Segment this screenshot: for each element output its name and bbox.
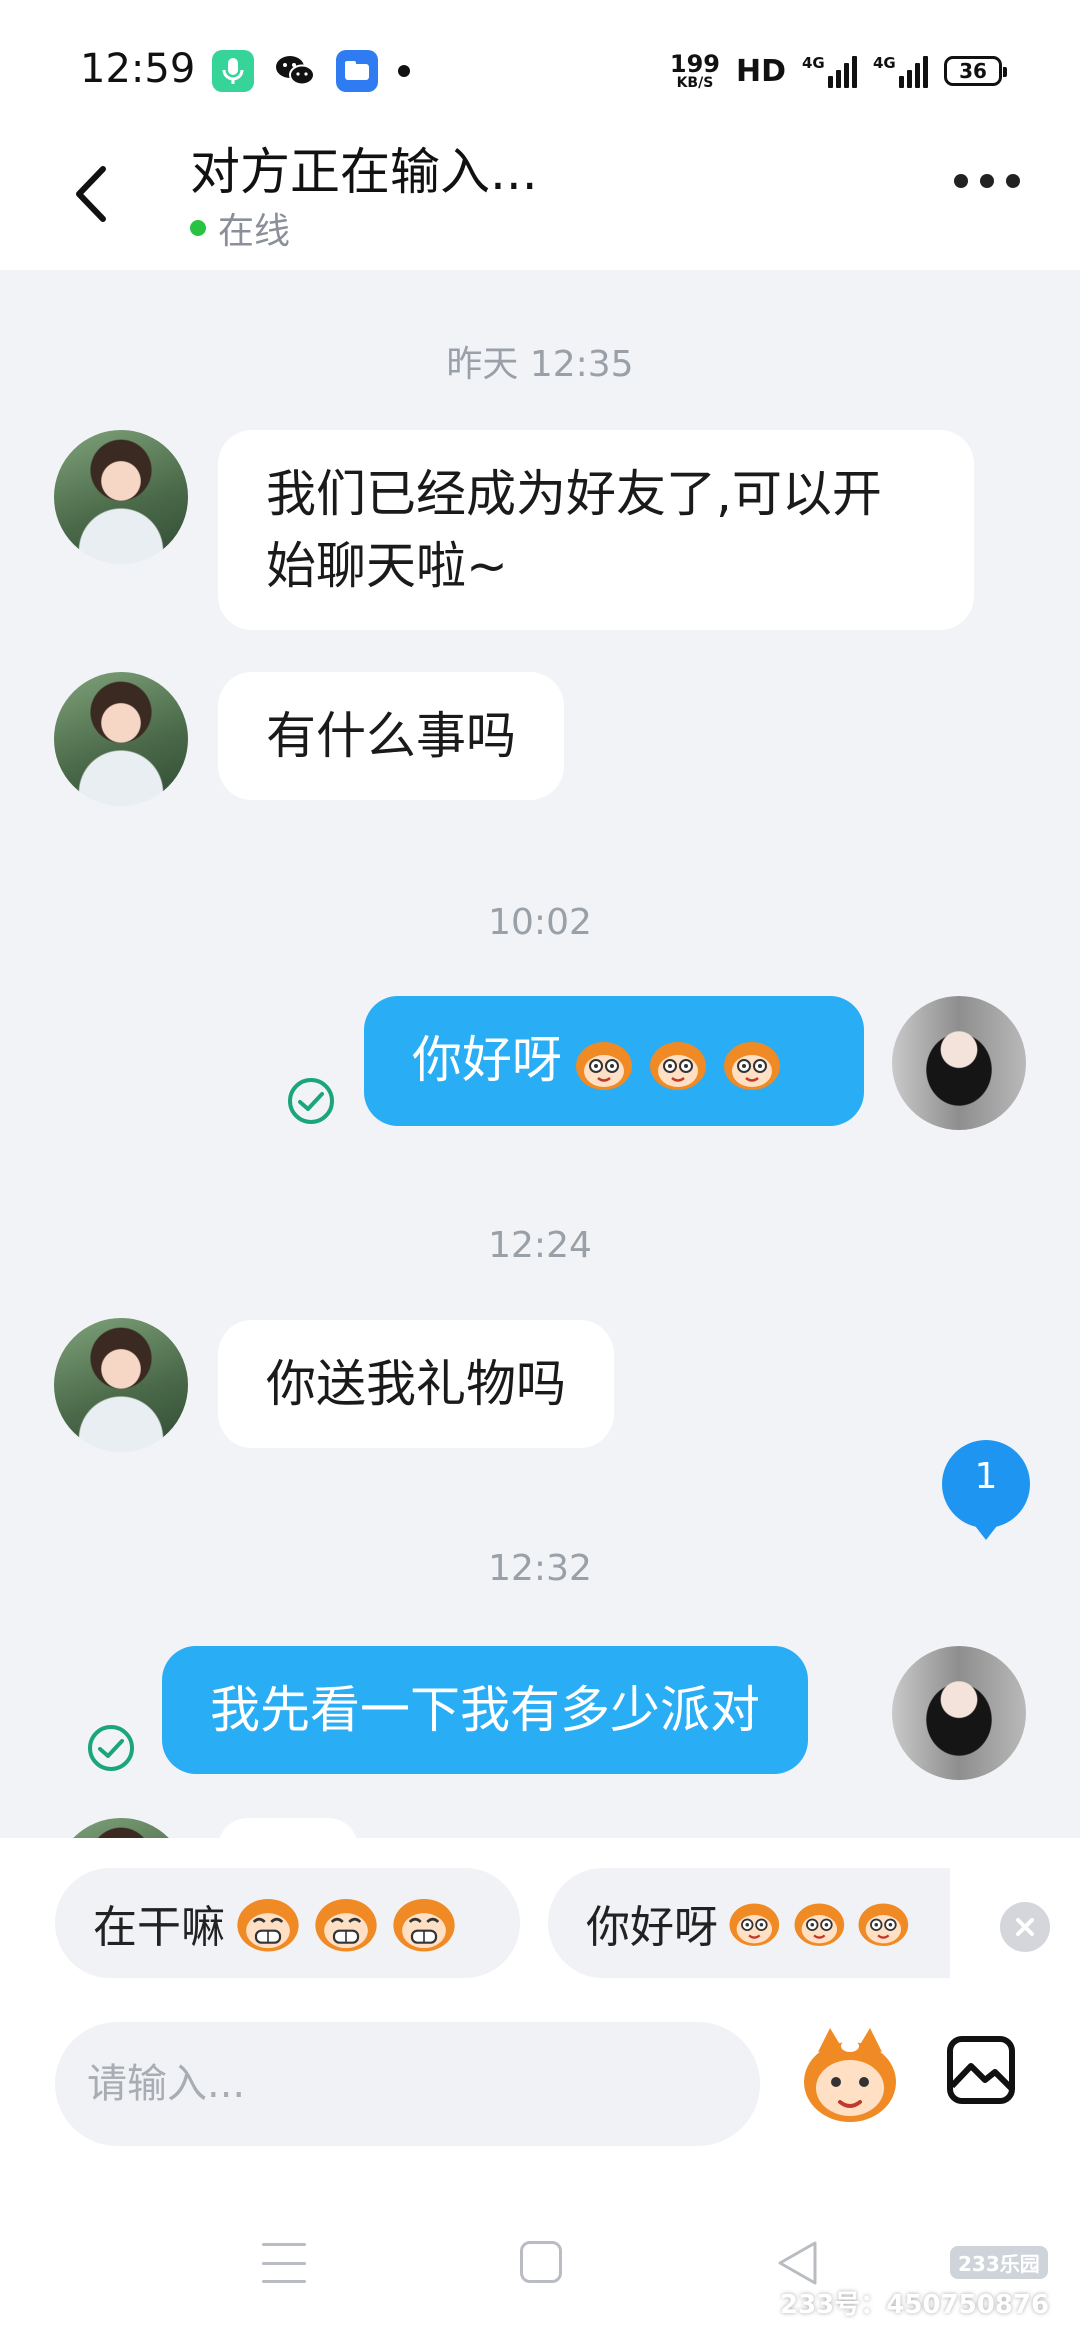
message-bubble-incoming[interactable] [218,1818,358,1840]
peer-avatar[interactable] [54,1318,188,1452]
image-picker-button[interactable] [945,2034,1017,2106]
message-text: 你好呀 [412,1031,562,1089]
watermark-logo: 233乐园 [950,2246,1048,2279]
read-check-icon [88,1725,134,1771]
watermark-id: 233号：450750876 [780,2290,1050,2320]
quick-reply-text: 你好呀 [586,1902,718,1953]
monkey-emoji-icon [858,1903,909,1947]
peer-avatar[interactable] [54,1818,188,1840]
close-icon [1016,1918,1034,1936]
presence-label: 在线 [218,211,291,252]
back-button[interactable] [60,154,120,234]
message-bubble-incoming[interactable]: 我们已经成为好友了,可以开始聊天啦~ [218,430,974,630]
message-bubble-outgoing[interactable]: 我先看一下我有多少派对 [162,1646,808,1774]
network-speed-value: 199 [669,50,720,78]
home-button[interactable] [520,2241,562,2283]
network-speed-unit: KB/S [676,75,714,91]
message-list[interactable]: 昨天 12:35 我们已经成为好友了,可以开始聊天啦~ 有什么事吗 10:02 … [0,270,1080,1840]
message-bubble-incoming[interactable]: 有什么事吗 [218,672,564,800]
presence-status: 在线 [190,202,290,254]
unread-count-badge[interactable]: 1 [940,1440,1032,1540]
chevron-left-icon [76,166,106,222]
sticker-button[interactable] [800,2022,900,2132]
timestamp: 昨天 12:35 [446,344,634,385]
quick-reply-chip[interactable]: 你好呀 [548,1868,950,1978]
message-text: 有什么事吗 [266,707,516,765]
read-check-icon [288,1078,334,1124]
message-bubble-outgoing[interactable]: 你好呀 [364,996,864,1126]
more-dot-icon [980,174,994,188]
hd-voice-icon: HD [735,53,786,89]
grin-monkey-emoji-icon [237,1898,299,1952]
composer [0,2018,1080,2193]
monkey-emoji-icon [724,1041,780,1090]
grin-monkey-emoji-icon [315,1898,377,1952]
my-avatar[interactable] [892,1646,1026,1780]
image-icon [947,2036,1015,2104]
peer-avatar[interactable] [54,672,188,806]
message-text: 我先看一下我有多少派对 [210,1681,760,1739]
battery-level: 36 [959,59,987,83]
monkey-emoji-icon [650,1041,706,1090]
notification-dot-icon [398,65,410,77]
monkey-emoji-icon [794,1903,844,1947]
monkey-emoji-icon [576,1041,632,1090]
peer-avatar[interactable] [54,430,188,564]
message-text: 你送我礼物吗 [266,1355,566,1413]
wechat-icon [274,50,316,92]
chat-title: 对方正在输入... [190,143,538,201]
files-icon [336,50,378,92]
signal-sim2-icon: 4G [873,54,928,88]
network-speed: 199 KB/S [670,52,720,90]
timestamp: 10:02 [488,902,592,943]
recent-apps-button[interactable] [262,2243,306,2283]
message-text: 我们已经成为好友了,可以开始聊天啦~ [266,465,882,595]
quick-reply-chip[interactable]: 在干嘛 [55,1868,520,1978]
grin-monkey-emoji-icon [393,1898,455,1952]
monkey-sticker-icon [804,2028,896,2122]
status-time: 12:59 [80,46,196,92]
timestamp: 12:24 [488,1225,592,1266]
status-app-icons [212,50,410,92]
quick-reply-bar: 在干嘛 你好呀 [0,1838,1080,2018]
sim1-network-label: 4G [802,54,825,72]
more-dot-icon [1006,174,1020,188]
battery-icon: 36 [944,56,1007,86]
status-indicators: 199 KB/S HD 4G 4G 36 [670,52,1007,90]
more-dot-icon [954,174,968,188]
microphone-icon [212,50,254,92]
message-input[interactable] [55,2022,760,2146]
close-quick-replies-button[interactable] [1000,1902,1050,1952]
chat-header: 对方正在输入... 在线 [0,120,1080,270]
message-bubble-incoming[interactable]: 你送我礼物吗 [218,1320,614,1448]
more-options-button[interactable] [954,174,1020,188]
quick-reply-text: 在干嘛 [93,1902,225,1953]
back-triangle-icon[interactable] [775,2239,819,2287]
signal-sim1-icon: 4G [802,54,857,88]
status-bar: 12:59 199 KB/S HD 4G 4G 36 [0,0,1080,140]
timestamp: 12:32 [488,1548,592,1589]
monkey-emoji-icon [729,1903,780,1947]
unread-count: 1 [974,1456,998,1497]
sim2-network-label: 4G [873,54,896,72]
my-avatar[interactable] [892,996,1026,1130]
online-dot-icon [190,220,206,236]
